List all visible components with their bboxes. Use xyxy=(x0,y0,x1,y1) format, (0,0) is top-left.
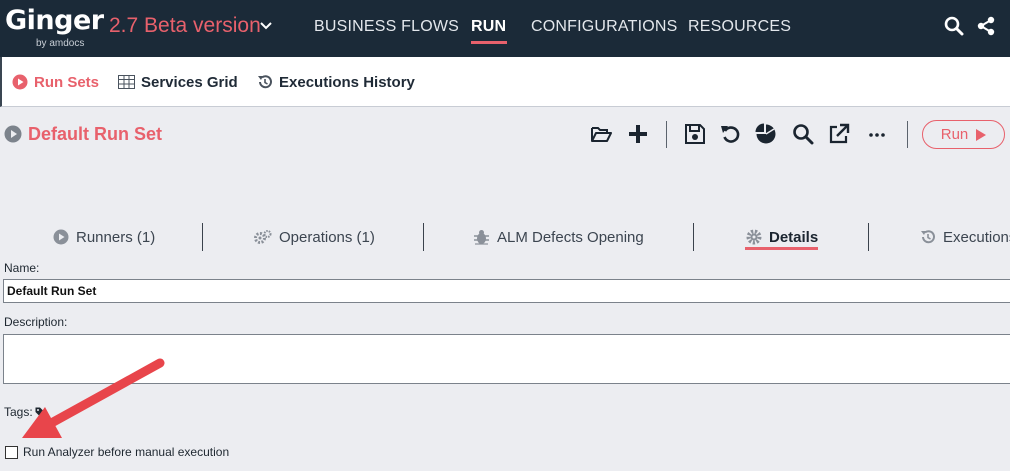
play-circle-icon xyxy=(12,74,28,90)
history-icon xyxy=(258,75,272,89)
tab-divider xyxy=(868,223,869,251)
plus-icon[interactable] xyxy=(627,123,649,145)
search-icon[interactable] xyxy=(944,16,964,36)
tab-label: ALM Defects Opening xyxy=(497,228,644,246)
tab-operations[interactable]: Operations (1) xyxy=(254,226,375,248)
subnav-label: Services Grid xyxy=(141,73,238,91)
history-icon xyxy=(921,230,935,244)
folder-open-icon[interactable] xyxy=(590,123,612,145)
name-field[interactable] xyxy=(3,279,1010,303)
chevron-down-icon[interactable] xyxy=(259,21,273,31)
tab-label: Operations (1) xyxy=(279,228,375,246)
version-selector[interactable]: 2.7 Beta version xyxy=(109,13,261,39)
subnav-run-sets[interactable]: Run Sets xyxy=(12,72,99,92)
run-analyzer-label: Run Analyzer before manual execution xyxy=(23,445,230,459)
external-link-icon[interactable] xyxy=(828,123,850,145)
tab-label: Runners (1) xyxy=(76,228,156,246)
top-header: Ginger by amdocs 2.7 Beta version BUSINE… xyxy=(0,0,1010,57)
tab-details[interactable]: Details xyxy=(746,226,818,248)
run-button-label: Run xyxy=(940,126,969,143)
tab-divider xyxy=(423,223,424,251)
gear-icon xyxy=(746,229,762,245)
gears-icon xyxy=(254,230,272,244)
run-analyzer-checkbox[interactable] xyxy=(5,445,18,459)
nav-active-indicator xyxy=(471,41,507,44)
tags-label: Tags: xyxy=(4,405,33,419)
share-icon[interactable] xyxy=(976,16,996,36)
subnav-services-grid[interactable]: Services Grid xyxy=(118,72,238,92)
subnav-label: Run Sets xyxy=(34,73,100,91)
grid-icon xyxy=(118,75,135,89)
tab-divider xyxy=(202,223,203,251)
undo-icon[interactable] xyxy=(720,123,742,145)
tag-icon[interactable] xyxy=(35,407,45,417)
logo-subtext: by amdocs xyxy=(36,38,85,49)
tab-runners[interactable]: Runners (1) xyxy=(53,226,155,248)
tab-label: Details xyxy=(769,228,819,246)
toolbar-divider xyxy=(666,121,667,148)
pie-chart-icon[interactable] xyxy=(755,123,777,145)
save-icon[interactable] xyxy=(684,123,706,145)
name-label: Name: xyxy=(4,261,40,275)
subnav-label: Executions History xyxy=(279,73,415,91)
toolbar-divider xyxy=(907,121,908,148)
nav-run[interactable]: RUN xyxy=(471,17,506,37)
more-icon[interactable] xyxy=(866,123,888,145)
run-button[interactable]: Run xyxy=(922,120,1005,149)
play-circle-icon xyxy=(53,229,69,245)
subnav-executions-history[interactable]: Executions History xyxy=(257,72,415,92)
tab-divider xyxy=(693,223,694,251)
bug-icon xyxy=(474,230,489,245)
description-label: Description: xyxy=(4,315,68,329)
description-field[interactable] xyxy=(3,334,1010,384)
nav-business-flows[interactable]: BUSINESS FLOWS xyxy=(314,17,459,37)
run-set-title: Default Run Set xyxy=(28,124,163,144)
play-circle-icon xyxy=(4,125,22,143)
play-icon xyxy=(976,128,987,141)
tags-row: Tags: xyxy=(4,405,45,419)
tab-label: Executions xyxy=(943,228,1010,246)
tab-executions[interactable]: Executions xyxy=(920,226,1010,248)
search-icon[interactable] xyxy=(792,123,814,145)
nav-resources[interactable]: RESOURCES xyxy=(688,17,791,37)
ginger-logo[interactable]: Ginger by amdocs xyxy=(5,6,104,52)
nav-configurations[interactable]: CONFIGURATIONS xyxy=(531,17,678,37)
run-analyzer-option[interactable]: Run Analyzer before manual execution xyxy=(5,445,229,459)
tab-active-indicator xyxy=(745,247,818,250)
tab-alm-defects-opening[interactable]: ALM Defects Opening xyxy=(473,226,644,248)
sub-navigation: Run Sets Services Grid Executions Histor… xyxy=(0,57,1010,107)
logo-text: Ginger xyxy=(5,5,104,36)
